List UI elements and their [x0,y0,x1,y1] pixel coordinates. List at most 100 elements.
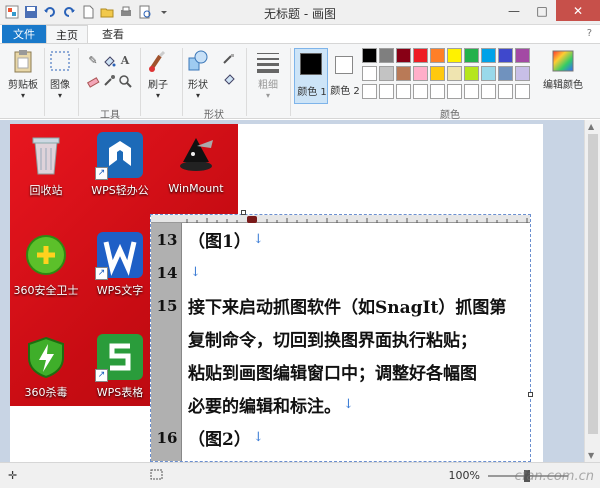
line-number: 16 [156,428,178,447]
color-wheel-icon [552,50,574,72]
color-swatch[interactable] [464,84,479,99]
doc-line: 粘贴到画图编辑窗口中；调整好各幅图 [182,355,530,388]
vertical-scrollbar[interactable]: ▲ ▼ [584,120,600,462]
color-swatch[interactable] [379,48,394,63]
color1-button[interactable]: 颜色 1 [294,48,328,104]
chevron-down-icon: ▾ [57,91,62,100]
resize-handle[interactable] [528,392,533,397]
help-icon[interactable]: ? [587,28,592,39]
paragraph-mark-icon: ↓ [190,265,201,280]
color-swatch[interactable] [515,66,530,81]
color-swatch[interactable] [515,84,530,99]
doc-line: 必要的编辑和标注。 ↓ [182,388,530,421]
360-antivirus-icon [28,336,64,379]
color2-button[interactable]: 颜色 2 [330,48,360,104]
shortcut-arrow-icon: ↗ [95,267,108,280]
color-swatch[interactable] [430,48,445,63]
color-swatch[interactable] [430,66,445,81]
scroll-down-icon[interactable]: ▼ [588,451,594,460]
color-swatch[interactable] [498,84,513,99]
paragraph-mark-icon: ↓ [252,430,264,445]
shapes-label: 形状 [188,80,208,91]
color-swatch[interactable] [481,66,496,81]
fill-icon[interactable] [102,54,116,68]
scroll-up-icon[interactable]: ▲ [588,122,594,131]
window-controls: — □ ✕ [500,0,600,21]
color-swatch[interactable] [413,48,428,63]
color-swatch[interactable] [447,84,462,99]
line-text: 接下来启动抓图软件（如SnagIt）抓图第 [188,298,507,318]
magnifier-icon[interactable] [118,74,132,88]
chevron-down-icon: ▾ [195,91,200,100]
colors-group-label: 颜色 [440,110,460,121]
360-safe-icon [26,235,66,275]
size-button[interactable]: 粗细 ▾ [252,48,284,100]
color-swatch[interactable] [447,66,462,81]
color-swatch[interactable] [498,66,513,81]
color2-label: 颜色 2 [330,86,360,97]
document-body: 13 （图1） ↓ 14 ↓ 15 接下来启动抓图软件（如SnagIt）抓图第 … [157,223,530,461]
edit-colors-label: 编辑颜色 [543,80,583,91]
color-swatch[interactable] [498,48,513,63]
desktop-icon-winmount: WinMount [160,132,232,195]
color-swatch[interactable] [413,84,428,99]
color-swatch[interactable] [481,84,496,99]
zoom-level: 100% [448,469,480,482]
eraser-icon[interactable] [86,74,100,88]
color-swatch[interactable] [430,84,445,99]
color-swatch[interactable] [396,66,411,81]
brush-icon [149,50,166,72]
desktop-icon-wps-cloud: ↗ WPS轻办公 [84,132,156,198]
minimize-button[interactable]: — [500,0,528,21]
line-text: （图1） [188,232,251,252]
line-text: 必要的编辑和标注。 [188,397,341,417]
scroll-thumb[interactable] [588,134,598,434]
group-divider [290,48,291,116]
group-divider [140,48,141,116]
line-text: （图2） [188,430,251,450]
color-picker-icon[interactable] [102,74,116,88]
desktop-icon-360-safe: 360安全卫士 [10,232,82,298]
brushes-button[interactable]: 刷子 ▾ [146,48,170,100]
tab-file[interactable]: 文件 [2,25,46,43]
color-swatch[interactable] [379,84,394,99]
line-number: 13 [156,230,178,249]
tab-home[interactable]: 主页 [46,25,88,43]
image-button[interactable]: 图像 ▾ [48,48,72,100]
tab-view[interactable]: 查看 [92,25,134,43]
color-swatch[interactable] [464,48,479,63]
color-swatch[interactable] [481,48,496,63]
shapes-button[interactable]: 形状 ▾ [186,48,210,100]
outline-icon[interactable] [222,52,236,66]
color-swatch[interactable] [396,84,411,99]
resize-handle[interactable] [241,210,246,215]
pencil-icon[interactable]: ✎ [86,54,100,68]
color1-label: 颜色 1 [297,87,327,98]
clipboard-label: 剪贴板 [8,80,38,91]
drawing-canvas[interactable]: 回收站 ↗ WPS轻办公 WinMount 360安全卫士 ↗ WPS文字 36… [10,124,543,462]
clipboard-button[interactable]: 剪贴板 ▾ [8,48,38,100]
status-bar: ✛ 100% cfan.com.cn [0,462,600,488]
brushes-label: 刷子 [148,80,168,91]
color-swatch[interactable] [362,84,377,99]
color-swatch[interactable] [413,66,428,81]
color-swatch[interactable] [362,66,377,81]
desktop-icon-label: 回收站 [29,184,63,197]
doc-line: 13 （图1） ↓ [157,223,530,256]
color-swatch[interactable] [362,48,377,63]
line-text: 复制命令，切回到换图界面执行粘贴； [188,331,477,351]
color-swatch[interactable] [396,48,411,63]
close-button[interactable]: ✕ [556,0,600,21]
chevron-down-icon: ▾ [265,91,270,100]
line-text: 粘贴到画图编辑窗口中；调整好各幅图 [188,364,477,384]
pasted-document-image[interactable]: 13 （图1） ↓ 14 ↓ 15 接下来启动抓图软件（如SnagIt）抓图第 … [150,214,531,462]
color-swatch[interactable] [515,48,530,63]
maximize-button[interactable]: □ [528,0,556,21]
color-swatch[interactable] [379,66,394,81]
text-icon[interactable]: A [118,54,132,68]
edit-colors-button[interactable]: 编辑颜色 [536,48,590,91]
fill-shape-icon[interactable] [222,72,236,86]
color-swatch[interactable] [464,66,479,81]
color-swatch[interactable] [447,48,462,63]
indent-marker[interactable] [247,216,257,223]
